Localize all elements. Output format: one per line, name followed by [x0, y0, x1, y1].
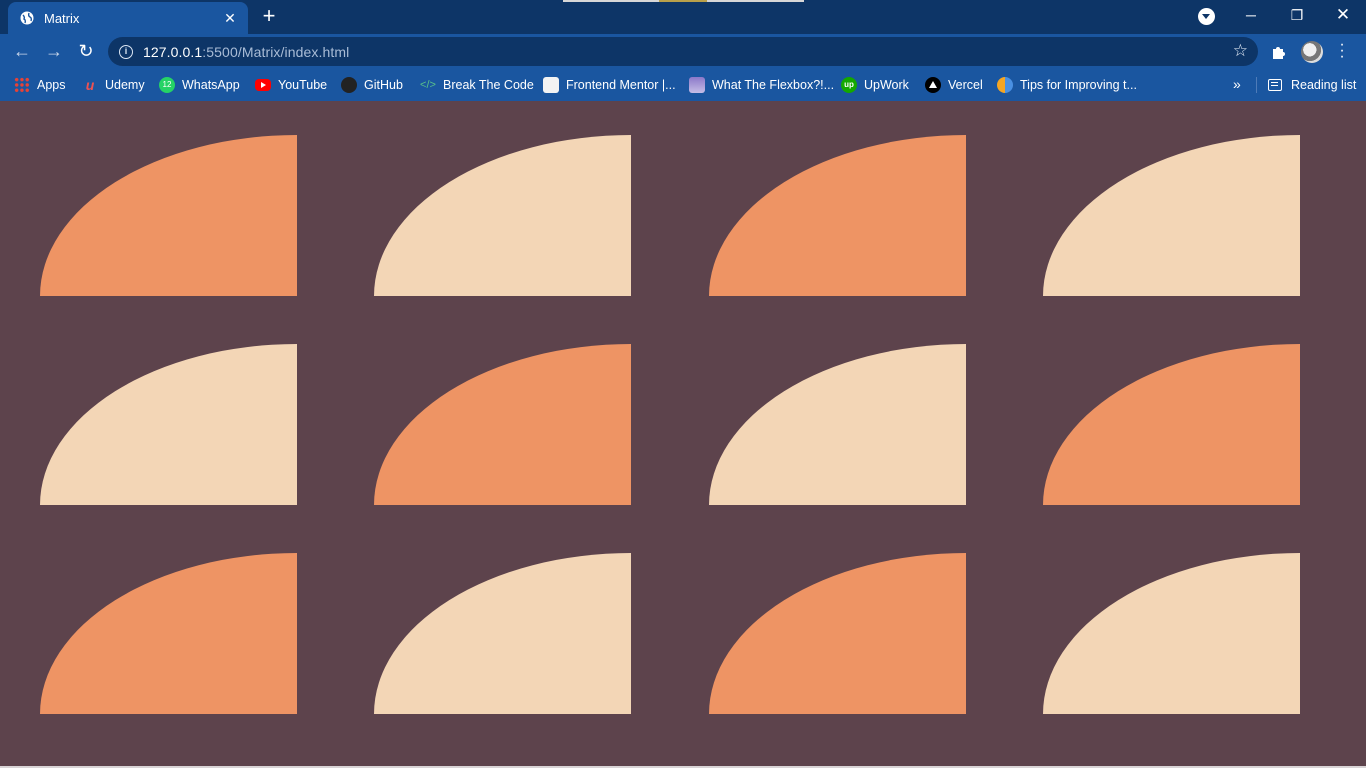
quarter-shape-tile — [40, 553, 297, 714]
tab-active[interactable]: Matrix ✕ — [8, 2, 248, 34]
quarter-shape-tile — [709, 553, 966, 714]
bookmark-vercel[interactable]: Vercel — [925, 68, 983, 101]
reading-list-button[interactable]: Reading list — [1268, 68, 1356, 101]
bookmarks-bar: Apps u Udemy 12 WhatsApp YouTube GitHub … — [0, 68, 1366, 101]
close-window-button[interactable]: ✕ — [1320, 0, 1366, 30]
youtube-icon — [255, 78, 271, 91]
bookmark-star-icon[interactable]: ☆ — [1233, 42, 1248, 60]
flexbox-icon — [689, 76, 705, 93]
bookmark-youtube[interactable]: YouTube — [255, 68, 327, 101]
page-viewport — [0, 101, 1366, 768]
quarter-shape-tile — [40, 344, 297, 505]
extensions-puzzle-icon[interactable] — [1270, 43, 1288, 61]
profile-avatar[interactable] — [1301, 41, 1323, 63]
quarter-shape-tile — [1043, 553, 1300, 714]
bookmark-frontend-mentor[interactable]: Frontend Mentor |... — [543, 68, 676, 101]
quarter-shape-tile — [374, 135, 631, 296]
quarter-shape-tile — [709, 344, 966, 505]
more-bookmarks-chevron-icon[interactable]: » — [1233, 68, 1241, 101]
bookmark-tips[interactable]: Tips for Improving t... — [997, 68, 1137, 101]
new-tab-button[interactable]: + — [258, 5, 280, 28]
bookmark-break-the-code[interactable]: </> Break The Code — [420, 68, 534, 101]
quarter-shape-tile — [374, 553, 631, 714]
minimize-button[interactable]: ─ — [1228, 0, 1274, 30]
close-tab-icon[interactable]: ✕ — [222, 10, 238, 26]
bookmark-upwork[interactable]: up UpWork — [841, 68, 909, 101]
bookmark-udemy[interactable]: u Udemy — [82, 68, 145, 101]
bookmark-github[interactable]: GitHub — [341, 68, 403, 101]
upwork-icon: up — [841, 76, 857, 93]
globe-icon — [20, 11, 34, 25]
quarter-shape-tile — [1043, 344, 1300, 505]
browser-toolbar: ← → ↻ i 127.0.0.1:5500/Matrix/index.html… — [0, 34, 1366, 68]
site-info-icon[interactable]: i — [119, 44, 133, 59]
github-icon — [341, 76, 357, 93]
forward-icon[interactable]: → — [44, 41, 64, 61]
vercel-icon — [925, 76, 941, 93]
url-text[interactable]: 127.0.0.1:5500/Matrix/index.html — [143, 44, 349, 60]
quarter-shape-tile — [40, 135, 297, 296]
udemy-icon: u — [85, 76, 95, 93]
tab-search-icon[interactable] — [1198, 8, 1215, 25]
reload-icon[interactable]: ↻ — [76, 41, 96, 61]
bookmark-flexbox[interactable]: What The Flexbox?!... — [689, 68, 834, 101]
code-icon: </> — [420, 78, 436, 91]
quarter-shape-tile — [709, 135, 966, 296]
address-bar[interactable]: i 127.0.0.1:5500/Matrix/index.html ☆ — [108, 37, 1258, 66]
bookmark-whatsapp[interactable]: 12 WhatsApp — [159, 68, 240, 101]
restore-button[interactable]: ❐ — [1274, 0, 1320, 30]
quarter-shape-tile — [374, 344, 631, 505]
reading-list-icon — [1268, 78, 1282, 91]
tab-title: Matrix — [44, 10, 80, 26]
tab-strip: Matrix ✕ + ─ ❐ ✕ — [0, 0, 1366, 34]
frontend-mentor-icon — [543, 76, 559, 93]
quarter-shape-tile — [1043, 135, 1300, 296]
kebab-menu-icon[interactable]: · · · — [1339, 37, 1345, 65]
apps-grid-icon — [14, 76, 30, 93]
bookmarks-divider — [1256, 77, 1257, 93]
back-icon[interactable]: ← — [12, 41, 32, 61]
whatsapp-icon: 12 — [159, 76, 175, 93]
window-drag-indicator — [563, 0, 804, 2]
bookmark-apps[interactable]: Apps — [14, 68, 66, 101]
tips-icon — [997, 76, 1013, 93]
